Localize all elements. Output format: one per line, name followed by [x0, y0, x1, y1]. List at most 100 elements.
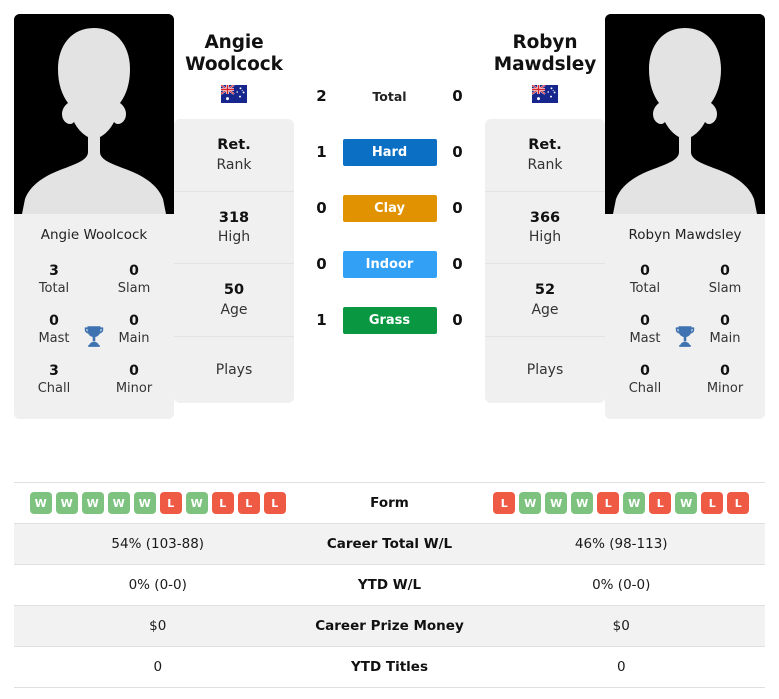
value-right: 46% (98-113): [574, 536, 668, 552]
stat-label: Rank: [527, 156, 563, 173]
stat-row-high-right: 366 High: [485, 192, 605, 265]
value-left: 0: [153, 659, 163, 675]
stat-label: Rank: [216, 156, 252, 173]
title-value: 0: [720, 362, 730, 379]
country-flag-left: [174, 85, 294, 104]
h2h-left-score: 0: [316, 255, 327, 273]
title-cell-chall-left: 3 Chall: [14, 355, 94, 405]
player-name-caption-right: Robyn Mawdsley: [605, 214, 765, 254]
title-value: 0: [640, 263, 650, 280]
stat-value: Ret.: [528, 137, 562, 154]
title-label: Chall: [37, 380, 71, 396]
player-card-right[interactable]: Robyn Mawdsley 0 Total 0 Slam 0 Mast 0 M…: [605, 14, 765, 419]
player-silhouette-icon: [605, 14, 765, 214]
form-cell-right: LWWWLWLWLL: [478, 486, 766, 520]
stat-label: High: [217, 229, 251, 246]
country-flag-right: [485, 85, 605, 104]
title-label: Slam: [708, 281, 742, 297]
player-photo-left: [14, 14, 174, 214]
trophy-glyph: [84, 326, 104, 347]
h2h-left-score: 0: [316, 199, 327, 217]
player-last-name-left: Woolcock: [185, 53, 283, 75]
stat-row-high-left: 318 High: [174, 192, 294, 265]
h2h-row-hard: 1 Hard 0: [294, 124, 485, 180]
comparison-table: WWWWWLWLLL Form LWWWLWLWLL 54% (103-88) …: [14, 482, 765, 688]
stat-row-plays-left: Plays: [174, 337, 294, 403]
form-badge-win: W: [133, 492, 156, 514]
form-badge-win: W: [55, 492, 78, 514]
stat-label: Plays: [526, 361, 564, 378]
player-summary-left: Angie Woolcock Ret. Rank 318 High 50 Age…: [174, 14, 294, 403]
player-name-caption-left: Angie Woolcock: [14, 214, 174, 254]
title-value: 0: [640, 362, 650, 379]
head-to-head-column: 2 Total 0 1 Hard 0 0 Clay 0 0 Indoor 0 1: [294, 14, 485, 348]
row-label-ytd-wl: YTD W/L: [357, 577, 422, 593]
trophy-glyph: [675, 326, 695, 347]
h2h-surface-label-hard[interactable]: Hard: [342, 138, 437, 166]
player-card-left[interactable]: Angie Woolcock 3 Total 0 Slam 0 Mast 0 M…: [14, 14, 174, 419]
player-first-name-left: Angie: [204, 32, 264, 53]
stat-row-rank-left: Ret. Rank: [174, 119, 294, 192]
title-cell-total-left: 3 Total: [14, 255, 94, 305]
form-badge-loss: L: [211, 492, 234, 514]
title-value: 0: [129, 263, 139, 280]
title-cell-minor-left: 0 Minor: [94, 355, 174, 405]
form-badge-loss: L: [237, 492, 260, 514]
form-cell-left: WWWWWLWLLL: [14, 486, 302, 520]
stat-value: 50: [223, 282, 245, 299]
value-left: 0% (0-0): [128, 577, 187, 593]
h2h-row-indoor: 0 Indoor 0: [294, 236, 485, 292]
stat-row-rank-right: Ret. Rank: [485, 119, 605, 192]
title-value: 3: [49, 263, 59, 280]
title-value: 0: [720, 263, 730, 280]
titles-grid-left: 3 Total 0 Slam 0 Mast 0 Main 3 Chall 0 M…: [14, 253, 174, 419]
title-label: Minor: [115, 380, 153, 396]
australia-flag-icon: [532, 85, 558, 104]
h2h-surface-label-grass[interactable]: Grass: [342, 306, 437, 334]
h2h-left-score: 1: [316, 311, 327, 329]
row-label-career-total-wl: Career Total W/L: [326, 536, 453, 552]
h2h-surface-label-clay[interactable]: Clay: [342, 194, 437, 222]
form-badge-loss: L: [263, 492, 286, 514]
h2h-right-score: 0: [452, 255, 463, 273]
stat-label: Plays: [215, 361, 253, 378]
title-label: Minor: [706, 380, 744, 396]
form-badge-loss: L: [493, 492, 516, 514]
form-badge-win: W: [623, 492, 646, 514]
form-badge-loss: L: [597, 492, 620, 514]
stat-row-age-right: 52 Age: [485, 264, 605, 337]
stat-row-plays-right: Plays: [485, 337, 605, 403]
h2h-surface-label-total: Total: [372, 88, 407, 104]
h2h-row-total: 2 Total 0: [294, 68, 485, 124]
form-badge-win: W: [185, 492, 208, 514]
stat-label: Age: [220, 301, 248, 318]
title-cell-chall-right: 0 Chall: [605, 355, 685, 405]
title-label: Total: [629, 281, 661, 297]
value-right: $0: [612, 618, 630, 634]
table-row-ytd-titles: 0 YTD Titles 0: [14, 647, 765, 688]
form-badge-win: W: [675, 492, 698, 514]
player-summary-right: Robyn Mawdsley Ret. Rank 366 High 52 Age…: [485, 14, 605, 403]
title-value: 3: [49, 362, 59, 379]
title-label: Chall: [628, 380, 662, 396]
row-label-ytd-titles: YTD Titles: [351, 659, 428, 675]
h2h-surface-label-indoor[interactable]: Indoor: [342, 250, 437, 278]
top-comparison-area: Angie Woolcock 3 Total 0 Slam 0 Mast 0 M…: [0, 0, 779, 419]
stat-row-age-left: 50 Age: [174, 264, 294, 337]
h2h-right-score: 0: [452, 87, 463, 105]
player-statbox-left: Ret. Rank 318 High 50 Age Plays: [174, 119, 294, 403]
player-silhouette-icon: [14, 14, 174, 214]
table-row-form: WWWWWLWLLL Form LWWWLWLWLL: [14, 483, 765, 524]
value-right: 0% (0-0): [592, 577, 651, 593]
title-label: Slam: [117, 281, 151, 297]
form-badge-win: W: [29, 492, 52, 514]
form-badge-loss: L: [159, 492, 182, 514]
player-first-name-right: Robyn: [512, 32, 578, 53]
player-photo-right: [605, 14, 765, 214]
value-left: 54% (103-88): [111, 536, 205, 552]
stat-value: 366: [529, 209, 561, 226]
value-right: 0: [616, 659, 626, 675]
form-badge-win: W: [81, 492, 104, 514]
trophy-icon: [79, 321, 109, 351]
title-cell-total-right: 0 Total: [605, 255, 685, 305]
